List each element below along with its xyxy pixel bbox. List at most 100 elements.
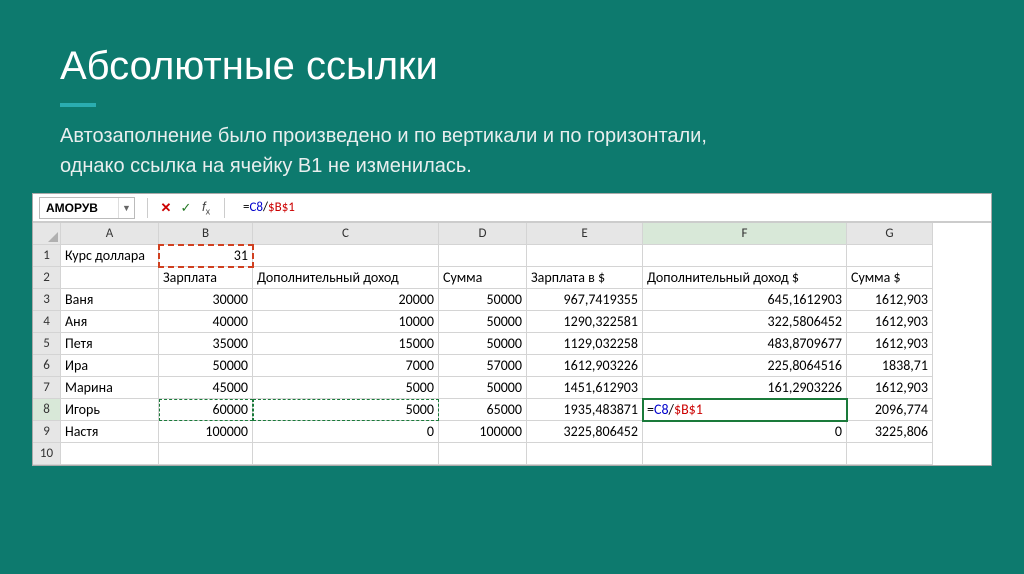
cell[interactable]: 3225,806 <box>847 421 933 443</box>
cell[interactable]: 1612,903 <box>847 333 933 355</box>
cell[interactable] <box>847 245 933 267</box>
cell[interactable]: 225,8064516 <box>643 355 847 377</box>
cell[interactable]: Настя <box>61 421 159 443</box>
enter-icon[interactable]: ✓ <box>176 200 196 216</box>
row-header-6[interactable]: 6 <box>33 355 61 377</box>
cell[interactable]: 15000 <box>253 333 439 355</box>
cell[interactable]: 50000 <box>439 333 527 355</box>
row-header-2[interactable]: 2 <box>33 267 61 289</box>
row-header-4[interactable]: 4 <box>33 311 61 333</box>
cell[interactable] <box>643 245 847 267</box>
col-header-A[interactable]: A <box>61 223 159 245</box>
cell[interactable]: 2096,774 <box>847 399 933 421</box>
row-header-7[interactable]: 7 <box>33 377 61 399</box>
cell[interactable]: 60000 <box>159 399 253 421</box>
cell[interactable]: 5000 <box>253 399 439 421</box>
cell[interactable]: 31 <box>159 245 253 267</box>
cell[interactable]: 1838,71 <box>847 355 933 377</box>
cell[interactable]: 3225,806452 <box>527 421 643 443</box>
cell[interactable]: 40000 <box>159 311 253 333</box>
row-header-1[interactable]: 1 <box>33 245 61 267</box>
cell[interactable]: 1290,322581 <box>527 311 643 333</box>
cell[interactable]: 50000 <box>439 377 527 399</box>
row-header-5[interactable]: 5 <box>33 333 61 355</box>
col-header-E[interactable]: E <box>527 223 643 245</box>
cell[interactable]: Сумма <box>439 267 527 289</box>
cell[interactable] <box>643 443 847 465</box>
cell[interactable]: 20000 <box>253 289 439 311</box>
cell[interactable]: Зарплата в $ <box>527 267 643 289</box>
cell[interactable]: 645,1612903 <box>643 289 847 311</box>
fx-icon[interactable]: fx <box>196 199 216 217</box>
cell[interactable]: Игорь <box>61 399 159 421</box>
cell[interactable]: 161,2903226 <box>643 377 847 399</box>
name-box-input[interactable] <box>40 201 118 215</box>
cell[interactable]: 0 <box>253 421 439 443</box>
cell[interactable] <box>61 443 159 465</box>
cell[interactable] <box>253 245 439 267</box>
cell[interactable]: Аня <box>61 311 159 333</box>
cell[interactable]: 7000 <box>253 355 439 377</box>
cell[interactable]: Курс доллара <box>61 245 159 267</box>
cell[interactable]: 1935,483871 <box>527 399 643 421</box>
select-all-corner[interactable] <box>33 223 61 245</box>
cell[interactable] <box>527 443 643 465</box>
cell[interactable]: 1612,903226 <box>527 355 643 377</box>
cell[interactable] <box>439 245 527 267</box>
cell[interactable] <box>61 267 159 289</box>
cell[interactable]: 1612,903 <box>847 289 933 311</box>
cell[interactable] <box>847 443 933 465</box>
cell[interactable]: 10000 <box>253 311 439 333</box>
cell[interactable]: Ваня <box>61 289 159 311</box>
cancel-icon[interactable]: ✕ <box>156 200 176 216</box>
cell[interactable]: 35000 <box>159 333 253 355</box>
row-header-9[interactable]: 9 <box>33 421 61 443</box>
active-cell[interactable]: =C8/$B$1 <box>643 399 847 421</box>
spreadsheet-grid[interactable]: A B C D E F G 1 Курс доллара 31 2 Зарпла… <box>33 222 991 465</box>
chevron-down-icon[interactable]: ▼ <box>118 198 134 218</box>
cell[interactable] <box>527 245 643 267</box>
cell[interactable]: 100000 <box>439 421 527 443</box>
cell[interactable]: 1612,903 <box>847 311 933 333</box>
col-header-G[interactable]: G <box>847 223 933 245</box>
separator <box>224 198 225 218</box>
cell[interactable]: Дополнительный доход <box>253 267 439 289</box>
cell[interactable]: 322,5806452 <box>643 311 847 333</box>
formula-bar: ▼ ✕ ✓ fx =C8/$B$1 <box>33 194 991 222</box>
cell[interactable]: Ира <box>61 355 159 377</box>
row-header-8[interactable]: 8 <box>33 399 61 421</box>
col-header-B[interactable]: B <box>159 223 253 245</box>
cell[interactable]: 50000 <box>439 289 527 311</box>
slide-subtitle: Автозаполнение было произведено и по вер… <box>0 107 1024 181</box>
cell[interactable]: 1612,903 <box>847 377 933 399</box>
cell[interactable]: 57000 <box>439 355 527 377</box>
cell[interactable] <box>253 443 439 465</box>
cell[interactable]: 5000 <box>253 377 439 399</box>
cell[interactable]: 45000 <box>159 377 253 399</box>
cell[interactable]: 967,7419355 <box>527 289 643 311</box>
cell[interactable]: Сумма $ <box>847 267 933 289</box>
row-header-10[interactable]: 10 <box>33 443 61 465</box>
cell[interactable] <box>439 443 527 465</box>
cell[interactable]: Дополнительный доход $ <box>643 267 847 289</box>
separator <box>147 198 148 218</box>
cell[interactable]: 0 <box>643 421 847 443</box>
cell[interactable]: Зарплата <box>159 267 253 289</box>
cell[interactable]: 1451,612903 <box>527 377 643 399</box>
cell[interactable]: 483,8709677 <box>643 333 847 355</box>
cell[interactable]: Марина <box>61 377 159 399</box>
cell[interactable]: 50000 <box>159 355 253 377</box>
cell[interactable]: 50000 <box>439 311 527 333</box>
cell[interactable]: 1129,032258 <box>527 333 643 355</box>
formula-input[interactable]: =C8/$B$1 <box>233 200 295 215</box>
col-header-F[interactable]: F <box>643 223 847 245</box>
cell[interactable]: 100000 <box>159 421 253 443</box>
cell[interactable]: 30000 <box>159 289 253 311</box>
col-header-C[interactable]: C <box>253 223 439 245</box>
cell[interactable]: 65000 <box>439 399 527 421</box>
name-box[interactable]: ▼ <box>39 197 135 219</box>
cell[interactable] <box>159 443 253 465</box>
row-header-3[interactable]: 3 <box>33 289 61 311</box>
cell[interactable]: Петя <box>61 333 159 355</box>
col-header-D[interactable]: D <box>439 223 527 245</box>
